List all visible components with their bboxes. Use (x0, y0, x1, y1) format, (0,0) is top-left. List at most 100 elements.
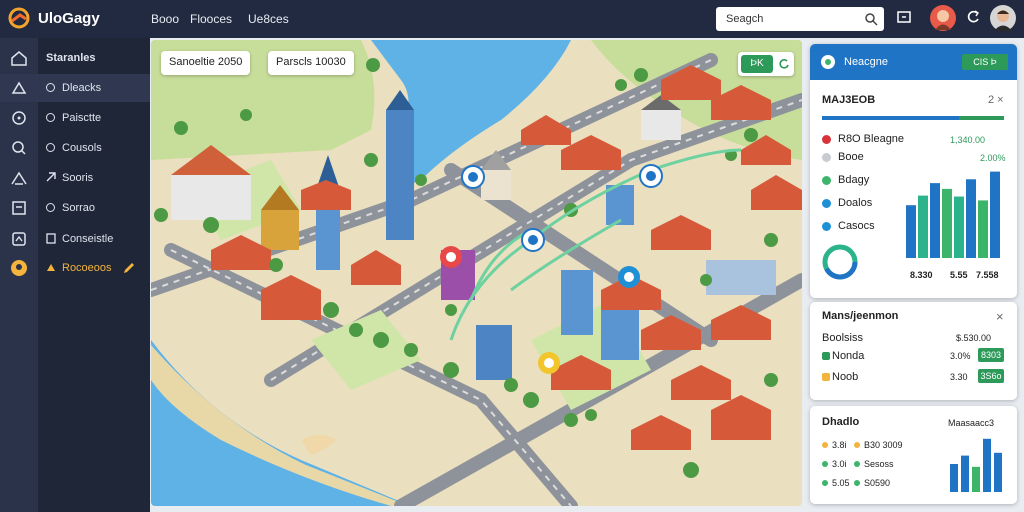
radio-dot (46, 83, 55, 92)
legend-dot (822, 176, 831, 185)
document-icon (12, 232, 26, 246)
globe-icon (821, 55, 835, 69)
row-value: 3.0% (950, 351, 971, 361)
legend-dot (822, 442, 828, 448)
warning-icon (47, 264, 55, 271)
sidebar-item-3[interactable]: Cousols (0, 134, 150, 162)
map-toggle-button[interactable]: ÞK (741, 55, 773, 73)
chart-bar (966, 179, 976, 258)
row-label: S0590 (864, 478, 891, 488)
chart-bar (972, 466, 980, 492)
axis-label: 7.558 (976, 270, 999, 280)
sidebar-section: Staranles (0, 44, 150, 72)
profile-avatar[interactable] (990, 5, 1016, 31)
city-map[interactable] (151, 40, 802, 506)
chart-bar (942, 188, 952, 258)
row-badge[interactable]: 3S6o (978, 369, 1004, 383)
sidebar-item-4[interactable]: Sooris (0, 164, 150, 192)
row-label: Nonda (832, 350, 865, 362)
export-icon[interactable] (897, 9, 911, 25)
notification-avatar[interactable] (930, 5, 956, 31)
row-label: B30 3009 (864, 440, 903, 450)
chart-bar (994, 452, 1002, 492)
nav-item-1[interactable]: Booo (151, 12, 179, 26)
legend-dot (822, 135, 831, 144)
management-panel: Mans/jeenmon × Boolsiss $.530.00 Nonda 3… (810, 302, 1017, 400)
chart-bar (961, 455, 969, 492)
file-icon (46, 233, 56, 244)
pencil-icon[interactable] (122, 261, 136, 275)
search-text: Seagch (726, 13, 764, 25)
link-icon (11, 171, 27, 185)
axis-label: 8.330 (910, 270, 933, 280)
sidebar-item-label: Rocoeoos (62, 262, 112, 274)
panel-title: Dhadlo (822, 416, 860, 428)
panel-header: Neacgne CIS Þ (810, 44, 1017, 80)
overview-panel: Neacgne CIS Þ MAJ3EOB 2 × R8O Bleagne 1,… (810, 44, 1017, 298)
chart-bar (906, 205, 916, 258)
row-value: 3.0i (832, 459, 847, 469)
legend-dot (822, 352, 830, 360)
panel-badge[interactable]: CIS Þ (962, 54, 1008, 70)
logo-icon (8, 7, 30, 29)
row-badge[interactable]: 8303 (978, 348, 1004, 362)
nav-item-3[interactable]: Ue8ces (248, 12, 289, 26)
row-value: 1,340.00 (950, 135, 986, 145)
nav-item-2[interactable]: Flooces (190, 12, 232, 26)
axis-label: 5.55 (950, 270, 968, 280)
user-avatar-icon (994, 10, 1012, 31)
chart-bar (978, 200, 988, 258)
sidebar-item-6[interactable]: Conseistle (0, 225, 150, 253)
calendar-icon (12, 201, 26, 215)
chart-bar (983, 438, 991, 492)
legend-dot (822, 222, 831, 231)
legend-dot (854, 461, 860, 467)
close-icon[interactable]: 2 × (988, 94, 1004, 106)
radio-dot (46, 113, 55, 122)
top-bar: UloGagy Booo Flooces Ue8ces Seagch (0, 0, 1024, 38)
sidebar-item-7[interactable]: Rocoeoos (0, 254, 150, 282)
progress-track (822, 116, 1004, 120)
map-toggle[interactable]: ÞK (738, 52, 794, 76)
sidebar-item-label: Conseistle (62, 233, 114, 245)
legend-dot (822, 480, 828, 486)
radio-dot (46, 203, 55, 212)
sidebar-section-label: Staranles (46, 52, 96, 64)
refresh-icon[interactable] (966, 9, 980, 25)
search-icon[interactable] (864, 12, 878, 26)
row-value: 5.05 (832, 478, 850, 488)
isometric-city-illustration (151, 40, 802, 506)
panel-title: Mans/jeenmon (822, 310, 899, 322)
row-label: Doalos (838, 197, 873, 209)
panel-value: Maasaacc3 (948, 418, 995, 428)
panel-subtitle: MAJ3EOB (822, 94, 876, 106)
sidebar-item-2[interactable]: Paisctte (0, 104, 150, 132)
legend-dot (854, 442, 860, 448)
panel-title: Neacgne (844, 56, 889, 68)
chart-bar (990, 171, 1000, 258)
search-input[interactable]: Seagch (716, 7, 884, 31)
row-label: Bdagy (838, 174, 870, 186)
chart-bar (950, 464, 958, 492)
close-icon[interactable]: × (996, 309, 1004, 324)
row-value: 3.8i (832, 440, 847, 450)
row-value: 3.30 (950, 372, 968, 382)
legend-dot (854, 480, 860, 486)
sidebar-item-5[interactable]: Sorrao (0, 194, 150, 222)
home-icon[interactable] (10, 50, 28, 66)
chart-bar (954, 196, 964, 258)
sidebar-item-1[interactable]: Dleacks (0, 74, 150, 102)
row-label: Noob (832, 371, 859, 383)
user-avatar-icon (935, 10, 951, 30)
sidebar-item-label: Dleacks (62, 82, 102, 94)
map-chip-right[interactable]: Parscls 10030 (268, 51, 354, 75)
app-brand: UloGagy (38, 10, 100, 27)
refresh-icon[interactable] (778, 58, 790, 70)
legend-dot (822, 153, 831, 162)
row-label: R8O Bleagne (838, 133, 905, 145)
share-icon (46, 172, 56, 182)
map-chip-left[interactable]: Sanoeltie 2050 (161, 51, 251, 75)
compass-icon (11, 81, 27, 94)
sidebar-item-label: Paisctte (62, 112, 102, 124)
location-icon (12, 111, 26, 125)
